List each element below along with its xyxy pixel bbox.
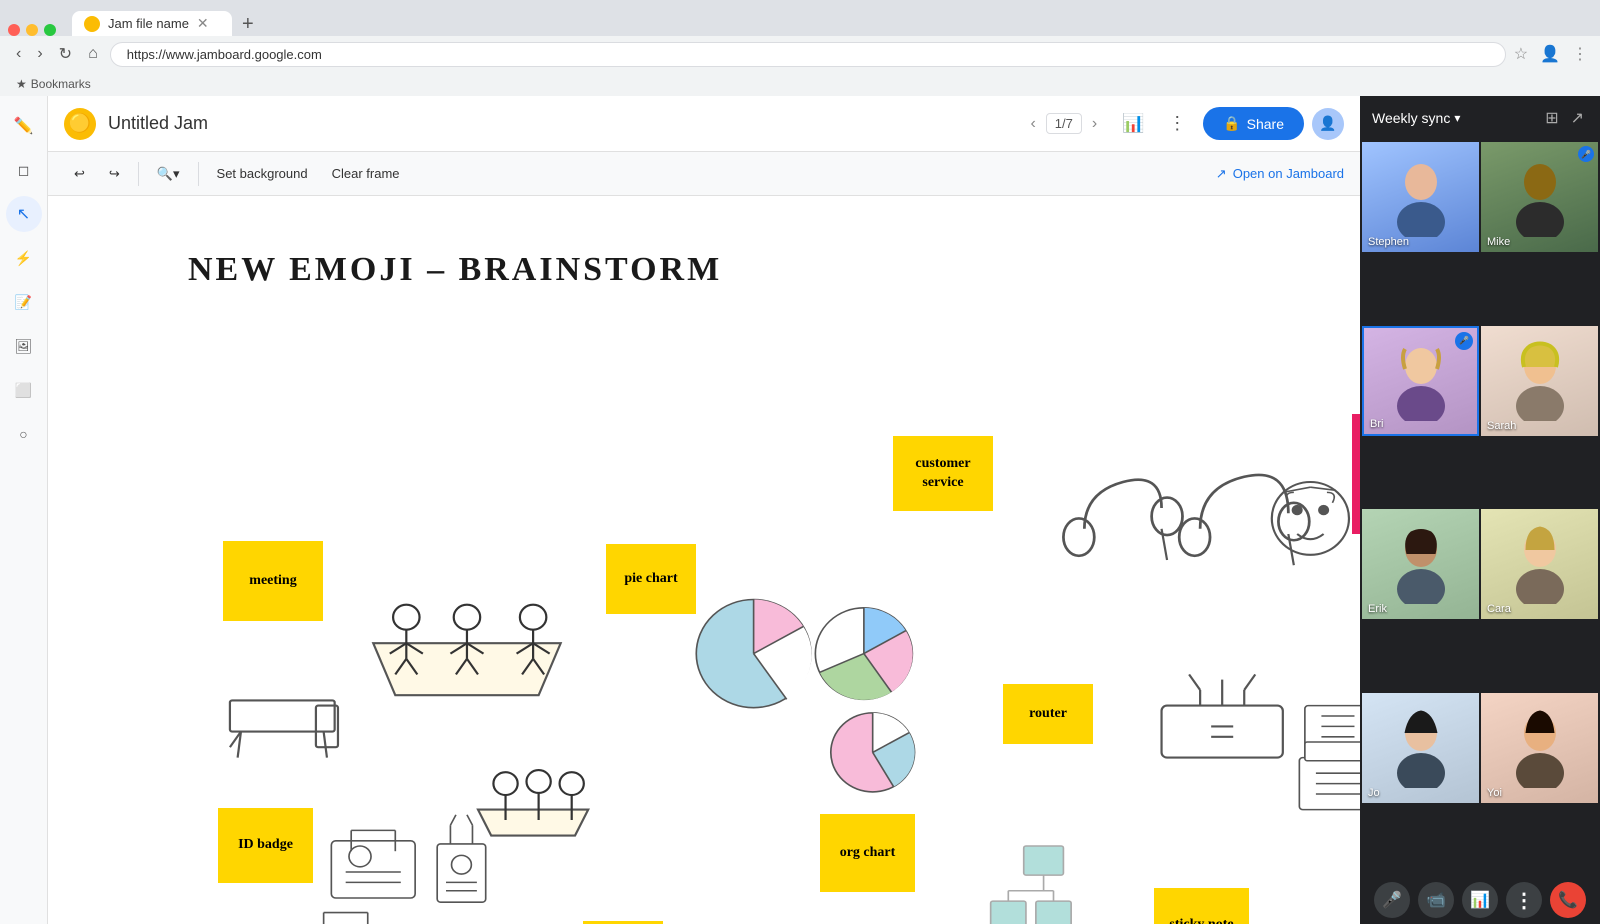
home-button[interactable]: ⌂ xyxy=(84,41,102,67)
shape-tool[interactable]: ⬜ xyxy=(6,372,42,408)
more-options-button[interactable]: ⋮ xyxy=(1159,106,1195,142)
bookmark-star-icon[interactable]: ☆ xyxy=(1514,44,1528,64)
app-container: ✏️ ◻ ↖ ⚡ 📝 🖼 ⬜ ○ 🟡 Untitled Jam ‹ 1/7 › … xyxy=(0,96,1600,924)
canvas-area[interactable]: NEW EMOJI – BRAINSTORM meeting pie chart… xyxy=(48,196,1360,924)
close-btn[interactable] xyxy=(8,24,20,36)
sticky-note-router[interactable]: router xyxy=(1003,684,1093,744)
frame-indicator: 1/7 xyxy=(1046,113,1082,134)
circle-tool[interactable]: ○ xyxy=(6,416,42,452)
share-button[interactable]: 🔒 Share xyxy=(1203,107,1304,140)
app-title: Untitled Jam xyxy=(108,113,1012,134)
bookmarks-bar: ★ Bookmarks xyxy=(0,72,1600,96)
bookmarks-label: Bookmarks xyxy=(31,77,91,91)
speaking-indicator-mike: 🎤 xyxy=(1578,146,1594,162)
call-popout-button[interactable]: ↗ xyxy=(1567,104,1588,132)
top-bar: 🟡 Untitled Jam ‹ 1/7 › 📊 ⋮ 🔒 Share 👤 xyxy=(48,96,1360,152)
canvas-title: NEW EMOJI – BRAINSTORM xyxy=(188,251,722,289)
new-tab-button[interactable]: + xyxy=(234,13,262,36)
pen-tool[interactable]: ✏️ xyxy=(6,108,42,144)
extensions-icon[interactable]: ⋮ xyxy=(1572,44,1588,64)
chevron-down-icon: ▾ xyxy=(1454,111,1460,125)
participant-cara: Cara xyxy=(1481,509,1598,619)
right-panel: Weekly sync ▾ ⊞ ↗ Stephen xyxy=(1360,96,1600,924)
call-header: Weekly sync ▾ ⊞ ↗ xyxy=(1360,96,1600,140)
maximize-btn[interactable] xyxy=(44,24,56,36)
external-link-icon: ↗ xyxy=(1216,166,1227,182)
lock-icon: 🔒 xyxy=(1223,115,1240,132)
tab-title: Jam file name xyxy=(108,16,189,31)
address-bar[interactable] xyxy=(110,42,1506,67)
sticky-note-customer-service[interactable]: customer service xyxy=(893,436,993,511)
open-jamboard-button[interactable]: ↗ Open on Jamboard xyxy=(1216,166,1344,182)
more-button[interactable]: ⋮ xyxy=(1506,882,1542,918)
open-jamboard-label: Open on Jamboard xyxy=(1233,166,1344,181)
participant-stephen-name: Stephen xyxy=(1368,236,1409,248)
prev-frame-button[interactable]: ‹ xyxy=(1024,111,1041,137)
call-layout-button[interactable]: ⊞ xyxy=(1541,104,1562,132)
call-header-icons: ⊞ ↗ xyxy=(1541,104,1588,132)
zoom-button[interactable]: 🔍▾ xyxy=(147,160,190,188)
secondary-toolbar: ↩ ↪ 🔍▾ Set background Clear frame ↗ Open… xyxy=(48,152,1360,196)
participant-bri: Bri 🎤 xyxy=(1362,326,1479,436)
sticky-tool[interactable]: 📝 xyxy=(6,284,42,320)
participant-erik: Erik xyxy=(1362,509,1479,619)
clear-frame-button[interactable]: Clear frame xyxy=(322,160,410,187)
eraser-tool[interactable]: ◻ xyxy=(6,152,42,188)
laser-tool[interactable]: ⚡ xyxy=(6,240,42,276)
participant-jo-name: Jo xyxy=(1368,787,1380,799)
left-toolbar: ✏️ ◻ ↖ ⚡ 📝 🖼 ⬜ ○ xyxy=(0,96,48,924)
frame-nav: ‹ 1/7 › xyxy=(1024,111,1103,137)
tab-favicon xyxy=(84,16,100,32)
sticky-note-org-chart[interactable]: org chart xyxy=(820,814,915,892)
participants-grid: Stephen Mike 🎤 xyxy=(1360,140,1600,876)
forward-button[interactable]: › xyxy=(33,41,46,67)
pink-accent-bar xyxy=(1352,414,1360,534)
participant-erik-name: Erik xyxy=(1368,603,1387,615)
next-frame-button[interactable]: › xyxy=(1086,111,1103,137)
share-label: Share xyxy=(1247,116,1284,132)
camera-button[interactable]: 📹 xyxy=(1418,882,1454,918)
mic-button[interactable]: 🎤 xyxy=(1374,882,1410,918)
tab-close-icon[interactable]: ✕ xyxy=(197,15,209,32)
back-button[interactable]: ‹ xyxy=(12,41,25,67)
browser-chrome: Jam file name ✕ + ‹ › ↻ ⌂ ☆ 👤 ⋮ xyxy=(0,0,1600,72)
present-button[interactable]: 📊 xyxy=(1462,882,1498,918)
participant-cara-name: Cara xyxy=(1487,603,1511,615)
sticky-note-id-badge[interactable]: ID badge xyxy=(218,808,313,883)
participant-jo: Jo xyxy=(1362,693,1479,803)
sticky-note-meeting[interactable]: meeting xyxy=(223,541,323,621)
bookmarks-star-icon: ★ xyxy=(16,77,27,91)
call-controls: 🎤 📹 📊 ⋮ 📞 xyxy=(1360,876,1600,924)
reload-button[interactable]: ↻ xyxy=(55,40,76,68)
image-tool[interactable]: 🖼 xyxy=(6,328,42,364)
call-title: Weekly sync xyxy=(1372,110,1450,126)
participant-bri-name: Bri xyxy=(1370,418,1383,430)
present-button[interactable]: 📊 xyxy=(1115,106,1151,142)
toolbar-separator-1 xyxy=(138,162,139,186)
participant-mike: Mike 🎤 xyxy=(1481,142,1598,252)
participant-stephen: Stephen xyxy=(1362,142,1479,252)
call-title-dropdown[interactable]: Weekly sync ▾ xyxy=(1372,110,1460,126)
browser-tab[interactable]: Jam file name ✕ xyxy=(72,11,232,36)
participant-yoi-name: Yoi xyxy=(1487,787,1502,799)
end-call-button[interactable]: 📞 xyxy=(1550,882,1586,918)
select-tool[interactable]: ↖ xyxy=(6,196,42,232)
participant-mike-name: Mike xyxy=(1487,236,1510,248)
toolbar-separator-2 xyxy=(198,162,199,186)
user-avatar[interactable]: 👤 xyxy=(1312,108,1344,140)
minimize-btn[interactable] xyxy=(26,24,38,36)
participant-yoi: Yoi xyxy=(1481,693,1598,803)
set-background-button[interactable]: Set background xyxy=(207,160,318,187)
redo-button[interactable]: ↪ xyxy=(99,160,130,188)
main-area: 🟡 Untitled Jam ‹ 1/7 › 📊 ⋮ 🔒 Share 👤 ↩ ↪ xyxy=(48,96,1360,924)
sticky-note-sticky-note[interactable]: sticky note xyxy=(1154,888,1249,924)
participant-sarah-name: Sarah xyxy=(1487,420,1516,432)
active-speaker-icon: 🎤 xyxy=(1455,332,1473,350)
sticky-note-pie-chart[interactable]: pie chart xyxy=(606,544,696,614)
undo-button[interactable]: ↩ xyxy=(64,160,95,188)
app-icon: 🟡 xyxy=(64,108,96,140)
participant-sarah: Sarah xyxy=(1481,326,1598,436)
top-actions: 📊 ⋮ 🔒 Share 👤 xyxy=(1115,106,1344,142)
profile-icon[interactable]: 👤 xyxy=(1540,44,1560,64)
